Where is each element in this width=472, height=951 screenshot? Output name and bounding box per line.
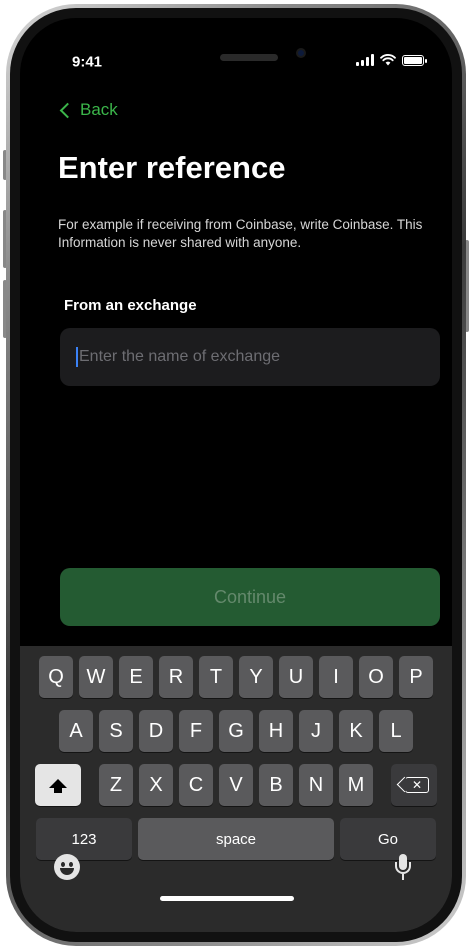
status-time: 9:41	[72, 53, 103, 71]
space-key[interactable]: space	[138, 818, 334, 860]
emoji-icon[interactable]	[54, 854, 80, 880]
key-m[interactable]: M	[339, 764, 373, 806]
keyboard-row-1: Q W E R T Y U I O P	[20, 656, 452, 698]
key-t[interactable]: T	[199, 656, 233, 698]
key-u[interactable]: U	[279, 656, 313, 698]
key-z[interactable]: Z	[99, 764, 133, 806]
microphone-icon[interactable]	[394, 854, 412, 884]
key-d[interactable]: D	[139, 710, 173, 752]
keyboard-row-3: Z X C V B N M ✕	[20, 764, 452, 806]
page-title: Enter reference	[58, 150, 286, 185]
key-e[interactable]: E	[119, 656, 153, 698]
screen: 9:41 Back Enter reference For example if…	[20, 18, 452, 932]
key-n[interactable]: N	[299, 764, 333, 806]
chevron-left-icon	[59, 102, 76, 118]
key-g[interactable]: G	[219, 710, 253, 752]
shift-icon	[49, 778, 67, 793]
shift-key[interactable]	[35, 764, 81, 806]
cellular-signal-icon	[356, 54, 374, 66]
key-l[interactable]: L	[379, 710, 413, 752]
key-v[interactable]: V	[219, 764, 253, 806]
key-r[interactable]: R	[159, 656, 193, 698]
keyboard: Q W E R T Y U I O P A S D F G H J K L Z …	[20, 646, 452, 932]
speaker-icon	[220, 54, 278, 61]
key-f[interactable]: F	[179, 710, 213, 752]
field-label: From an exchange	[64, 297, 197, 314]
back-button[interactable]: Back	[58, 100, 118, 120]
phone-bezel: 9:41 Back Enter reference For example if…	[10, 8, 462, 942]
description-text: For example if receiving from Coinbase, …	[58, 217, 423, 250]
key-i[interactable]: I	[319, 656, 353, 698]
key-k[interactable]: K	[339, 710, 373, 752]
back-label: Back	[80, 100, 118, 119]
camera-icon	[296, 48, 306, 58]
key-b[interactable]: B	[259, 764, 293, 806]
key-h[interactable]: H	[259, 710, 293, 752]
status-icons	[356, 54, 427, 66]
home-indicator[interactable]	[160, 896, 294, 901]
backspace-icon: ✕	[405, 777, 429, 793]
text-caret	[76, 347, 78, 367]
phone-frame: 9:41 Back Enter reference For example if…	[6, 4, 466, 946]
keyboard-row-2: A S D F G H J K L	[20, 710, 452, 752]
key-a[interactable]: A	[59, 710, 93, 752]
exchange-name-input[interactable]	[79, 348, 419, 366]
key-c[interactable]: C	[179, 764, 213, 806]
key-o[interactable]: O	[359, 656, 393, 698]
continue-button[interactable]: Continue	[60, 568, 440, 626]
keyboard-row-4: 123 space Go	[20, 818, 452, 860]
key-p[interactable]: P	[399, 656, 433, 698]
key-y[interactable]: Y	[239, 656, 273, 698]
backspace-key[interactable]: ✕	[391, 764, 437, 806]
exchange-input-container[interactable]	[60, 328, 440, 386]
numbers-key[interactable]: 123	[36, 818, 132, 860]
go-key[interactable]: Go	[340, 818, 436, 860]
key-w[interactable]: W	[79, 656, 113, 698]
wifi-icon	[380, 54, 396, 66]
key-q[interactable]: Q	[39, 656, 73, 698]
status-bar: 9:41	[20, 18, 452, 88]
battery-icon	[402, 54, 427, 66]
key-x[interactable]: X	[139, 764, 173, 806]
key-s[interactable]: S	[99, 710, 133, 752]
key-j[interactable]: J	[299, 710, 333, 752]
